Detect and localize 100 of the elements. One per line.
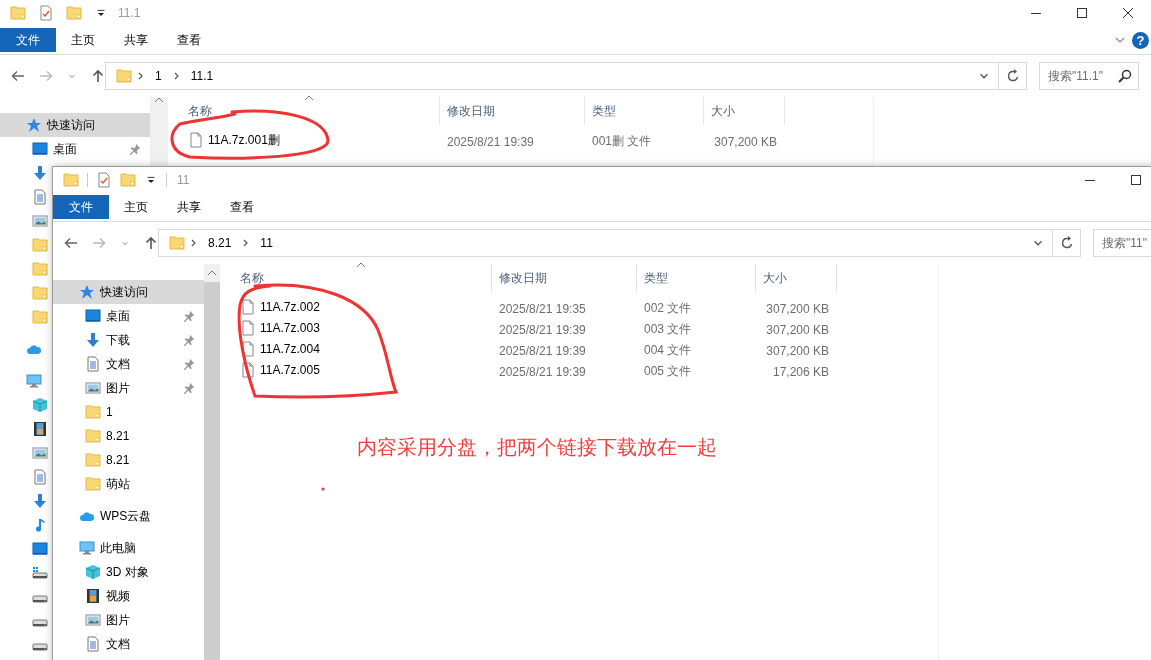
- column-header[interactable]: 名称: [188, 102, 212, 120]
- ribbon-tab[interactable]: 文件: [0, 28, 56, 52]
- chevron-right-icon: [191, 239, 196, 247]
- forward-arrow-icon: [38, 68, 54, 84]
- forward-arrow-icon: [91, 235, 107, 251]
- nav-item[interactable]: 文档: [53, 352, 204, 376]
- sort-caret-icon: [154, 97, 164, 103]
- download-arrow-icon: [32, 493, 48, 509]
- address-bar[interactable]: 1 11.1: [105, 62, 999, 90]
- window-title: 11: [177, 173, 190, 187]
- file-name[interactable]: 11A.7z.005: [240, 362, 320, 378]
- ribbon-tab[interactable]: 共享: [109, 28, 162, 52]
- refresh-button[interactable]: [999, 62, 1027, 90]
- file-name[interactable]: 11A.7z.001删: [188, 131, 280, 149]
- nav-item[interactable]: 1: [53, 400, 204, 424]
- file-name[interactable]: 11A.7z.003: [240, 320, 320, 336]
- folder-icon: [120, 172, 136, 188]
- chevron-right-icon: [243, 239, 249, 247]
- column-header[interactable]: 修改日期: [499, 269, 547, 287]
- document-icon: [32, 469, 48, 485]
- nav-item[interactable]: 视频: [53, 584, 204, 608]
- nav-item[interactable]: 快速访问: [53, 280, 204, 304]
- column-header[interactable]: 大小: [763, 269, 787, 287]
- folder-icon: [32, 261, 48, 277]
- ribbon-tab[interactable]: 查看: [162, 28, 215, 52]
- download-arrow-icon: [85, 332, 101, 348]
- table-cell: 307,200 KB: [766, 301, 829, 316]
- table-cell: 005 文件: [644, 364, 692, 378]
- file-icon: [240, 362, 256, 378]
- file-icon: [240, 320, 256, 336]
- computer-icon: [26, 373, 42, 389]
- file-name[interactable]: 11A.7z.004: [240, 341, 320, 357]
- folder-icon: [85, 452, 101, 468]
- path-segment[interactable]: 1: [155, 69, 162, 83]
- scrollbar[interactable]: [150, 97, 168, 166]
- pin-icon: [182, 381, 196, 395]
- column-header[interactable]: 修改日期: [447, 102, 495, 120]
- ink-dot: [321, 487, 325, 491]
- folder-icon: [32, 309, 48, 325]
- ribbon-tab[interactable]: 主页: [109, 195, 162, 219]
- maximize-icon: [1074, 5, 1090, 21]
- table-cell: 2025/8/21 19:39: [447, 134, 534, 149]
- nav-item[interactable]: 桌面: [0, 137, 150, 161]
- search-icon: [1117, 68, 1133, 84]
- document-icon: [32, 189, 48, 205]
- landscape-icon: [32, 445, 48, 461]
- document-icon: [85, 636, 101, 652]
- sort-caret-icon: [356, 262, 366, 268]
- nav-item[interactable]: 萌站: [53, 472, 204, 496]
- chevron-right-icon: [173, 72, 179, 80]
- file-icon: [240, 341, 256, 357]
- column-header[interactable]: 名称: [240, 269, 264, 287]
- maximize-icon: [1128, 172, 1144, 188]
- landscape-icon: [32, 213, 48, 229]
- search-field[interactable]: 搜索"11.1": [1039, 62, 1139, 90]
- table-cell: 307,200 KB: [714, 134, 777, 149]
- pin-icon: [182, 357, 196, 371]
- nav-item[interactable]: 此电脑: [53, 536, 204, 560]
- nav-item[interactable]: WPS云盘: [53, 504, 204, 528]
- minimize-icon: [1031, 12, 1041, 14]
- film-strip-icon: [85, 588, 101, 604]
- nav-item[interactable]: 3D 对象: [53, 560, 204, 584]
- back-arrow-icon: [10, 68, 26, 84]
- help-button[interactable]: ?: [1132, 31, 1149, 49]
- ribbon-tab[interactable]: 查看: [215, 195, 268, 219]
- table-cell: 002 文件: [644, 301, 692, 315]
- nav-item[interactable]: 8.21: [53, 424, 204, 448]
- file-icon: [188, 132, 204, 149]
- ribbon-tab[interactable]: 主页: [56, 28, 109, 52]
- nav-item[interactable]: 图片: [53, 376, 204, 400]
- nav-item[interactable]: 桌面: [53, 304, 204, 328]
- monitor-icon: [32, 541, 48, 557]
- column-header[interactable]: 类型: [592, 102, 616, 120]
- nav-item[interactable]: 快速访问: [0, 113, 150, 137]
- star-icon: [79, 284, 95, 300]
- scroll-up-button[interactable]: [154, 97, 164, 103]
- nav-item[interactable]: 文档: [53, 632, 204, 656]
- star-icon: [26, 117, 42, 133]
- path-segment[interactable]: 8.21: [208, 236, 232, 250]
- column-header[interactable]: 类型: [644, 269, 668, 287]
- folder-icon: [169, 235, 185, 251]
- monitor-icon: [85, 308, 101, 324]
- nav-item[interactable]: 图片: [53, 608, 204, 632]
- ribbon-tab[interactable]: 文件: [53, 195, 109, 219]
- refresh-button[interactable]: [1053, 229, 1081, 257]
- cube-icon: [85, 564, 101, 580]
- path-segment[interactable]: 11.1: [190, 69, 214, 83]
- search-field[interactable]: 搜索"11": [1093, 229, 1151, 257]
- ribbon-tab[interactable]: 共享: [162, 195, 215, 219]
- table-cell: 17,206 KB: [772, 364, 829, 379]
- folder-icon: [85, 404, 101, 420]
- path-segment[interactable]: 11: [260, 236, 273, 250]
- folder-icon: [66, 5, 82, 21]
- address-bar[interactable]: 8.21 11: [158, 229, 1053, 257]
- close-icon: [1120, 5, 1136, 21]
- nav-item[interactable]: 下载: [53, 328, 204, 352]
- nav-item[interactable]: 8.21: [53, 448, 204, 472]
- file-name[interactable]: 11A.7z.002: [240, 299, 320, 315]
- column-header[interactable]: 大小: [711, 102, 735, 120]
- pin-icon: [182, 309, 196, 323]
